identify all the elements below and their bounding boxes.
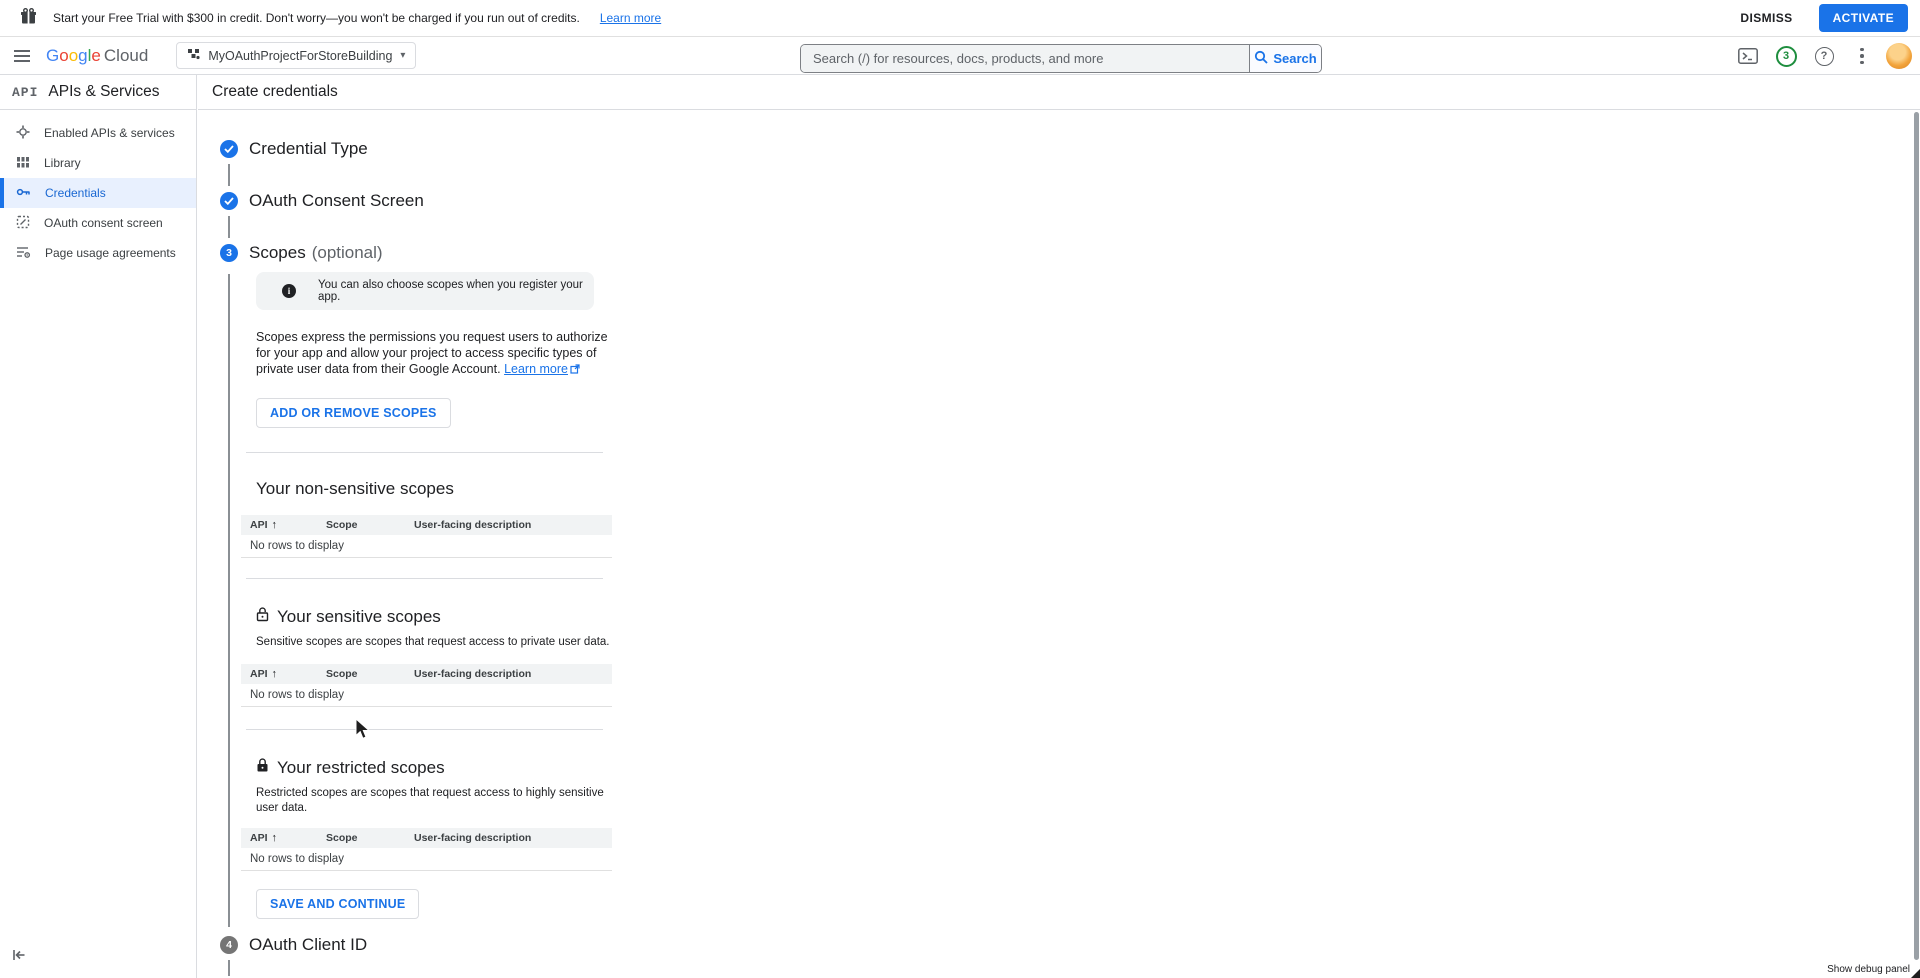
scope-column-header[interactable]: Scope: [326, 668, 414, 680]
project-name: MyOAuthProjectForStoreBuilding: [208, 49, 392, 63]
activate-button[interactable]: ACTIVATE: [1819, 4, 1908, 32]
restricted-scopes-table: API↑ Scope User-facing description No ro…: [241, 828, 612, 871]
divider: [246, 729, 603, 730]
sort-ascending-icon: ↑: [272, 668, 278, 680]
scopes-info-note: i You can also choose scopes when you re…: [256, 272, 594, 310]
description-column-header[interactable]: User-facing description: [414, 832, 612, 844]
step-connector: [228, 960, 230, 976]
info-icon: i: [282, 284, 296, 298]
cloud-shell-icon[interactable]: [1734, 42, 1762, 70]
api-column-header[interactable]: API↑: [250, 668, 326, 680]
lock-open-icon: [256, 607, 269, 627]
agreements-icon: [16, 245, 31, 262]
lock-icon: [256, 758, 269, 778]
restricted-scopes-description: Restricted scopes are scopes that reques…: [256, 786, 628, 816]
project-selector[interactable]: MyOAuthProjectForStoreBuilding ▾: [176, 42, 416, 69]
scopes-step-body: i You can also choose scopes when you re…: [198, 272, 1920, 929]
description-column-header[interactable]: User-facing description: [414, 668, 612, 680]
step-connector: [228, 216, 230, 238]
library-icon: [16, 155, 30, 172]
search-input[interactable]: [801, 45, 1249, 72]
avatar[interactable]: [1886, 43, 1912, 69]
apis-services-logo: API: [12, 85, 38, 100]
sidebar: API APIs & Services Enabled APIs & servi…: [0, 75, 197, 978]
divider: [246, 452, 603, 453]
sidebar-item-page-usage[interactable]: Page usage agreements: [0, 238, 196, 268]
sensitive-scopes-heading: Your sensitive scopes: [256, 607, 628, 627]
show-debug-panel-link[interactable]: Show debug panel: [1827, 964, 1910, 975]
divider: [246, 578, 603, 579]
search-icon: [1254, 50, 1268, 67]
non-sensitive-scopes-table: API↑ Scope User-facing description No ro…: [241, 515, 612, 558]
sort-ascending-icon: ↑: [272, 519, 278, 531]
empty-rows-message: No rows to display: [241, 848, 612, 871]
consent-screen-icon: [16, 215, 30, 232]
sidebar-item-enabled-apis[interactable]: Enabled APIs & services: [0, 118, 196, 148]
empty-rows-message: No rows to display: [241, 535, 612, 558]
trial-banner: Start your Free Trial with $300 in credi…: [0, 0, 1920, 37]
restricted-scopes-heading: Your restricted scopes: [256, 758, 628, 778]
google-cloud-logo[interactable]: GoogleCloud: [46, 46, 148, 66]
step-number-badge: 3: [220, 244, 238, 262]
step-complete-icon: [220, 140, 238, 158]
gift-icon: [20, 8, 37, 28]
debug-corner-fold[interactable]: [1911, 969, 1920, 978]
scopes-learn-more-link[interactable]: Learn more: [504, 362, 580, 376]
page-title: Create credentials: [212, 83, 338, 101]
step-oauth-consent-screen[interactable]: OAuth Consent Screen: [198, 191, 1920, 211]
chevron-down-icon: ▾: [400, 50, 405, 61]
help-icon[interactable]: ?: [1810, 42, 1838, 70]
scope-column-header[interactable]: Scope: [326, 519, 414, 531]
more-vert-icon[interactable]: [1848, 42, 1876, 70]
sensitive-scopes-table: API↑ Scope User-facing description No ro…: [241, 664, 612, 707]
trial-learn-more-link[interactable]: Learn more: [600, 11, 661, 25]
sort-ascending-icon: ↑: [272, 832, 278, 844]
description-column-header[interactable]: User-facing description: [414, 519, 612, 531]
api-column-header[interactable]: API↑: [250, 832, 326, 844]
sidebar-item-oauth-consent[interactable]: OAuth consent screen: [0, 208, 196, 238]
scrollbar[interactable]: [1914, 112, 1919, 960]
main-content: Create credentials Credential Type OAuth…: [198, 75, 1920, 978]
key-icon: [16, 185, 31, 202]
step-credential-type[interactable]: Credential Type: [198, 139, 1920, 159]
collapse-sidebar-icon[interactable]: [12, 948, 26, 966]
add-or-remove-scopes-button[interactable]: ADD OR REMOVE SCOPES: [256, 398, 451, 428]
scope-column-header[interactable]: Scope: [326, 832, 414, 844]
step-oauth-client-id[interactable]: 4 OAuth Client ID: [198, 935, 1920, 955]
menu-icon[interactable]: [2, 37, 42, 75]
enabled-apis-icon: [16, 125, 30, 142]
search-button[interactable]: Search: [1249, 45, 1321, 72]
empty-rows-message: No rows to display: [241, 684, 612, 707]
step-number-badge: 4: [220, 936, 238, 954]
search-bar: Search: [800, 44, 1322, 73]
project-icon: [187, 48, 200, 64]
sidebar-item-credentials[interactable]: Credentials: [0, 178, 196, 208]
save-and-continue-button[interactable]: SAVE AND CONTINUE: [256, 889, 419, 919]
trial-banner-text: Start your Free Trial with $300 in credi…: [53, 11, 580, 25]
sidebar-title: APIs & Services: [48, 83, 159, 101]
step-connector: [228, 164, 230, 186]
external-link-icon: [570, 362, 580, 378]
scopes-description: Scopes express the permissions you reque…: [256, 329, 608, 378]
sidebar-item-library[interactable]: Library: [0, 148, 196, 178]
step-complete-icon: [220, 192, 238, 210]
step-scopes[interactable]: 3 Scopes (optional): [198, 243, 1920, 263]
api-column-header[interactable]: API↑: [250, 519, 326, 531]
notifications-badge[interactable]: 3: [1772, 42, 1800, 70]
non-sensitive-scopes-heading: Your non-sensitive scopes: [256, 479, 628, 499]
sensitive-scopes-description: Sensitive scopes are scopes that request…: [256, 635, 628, 650]
dismiss-button[interactable]: DISMISS: [1732, 5, 1800, 31]
